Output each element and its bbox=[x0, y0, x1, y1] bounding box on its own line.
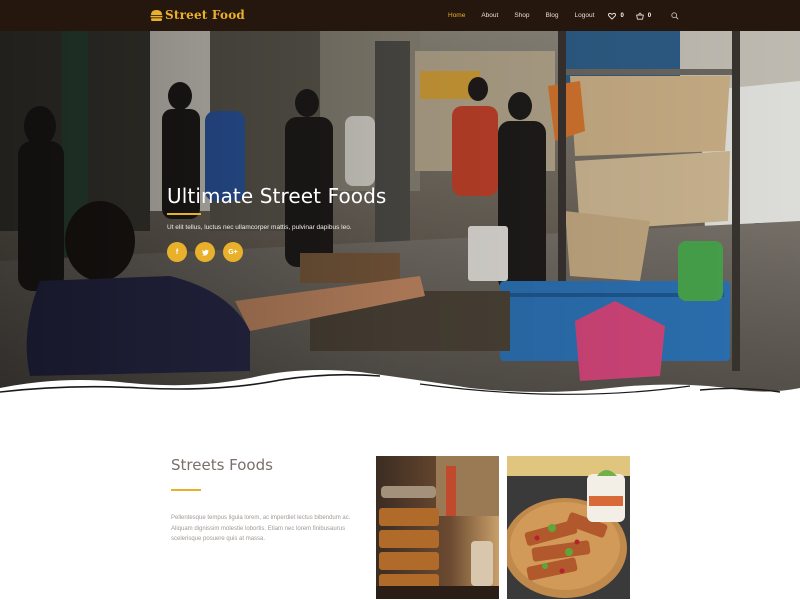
nav-item-home[interactable]: Home bbox=[448, 12, 465, 19]
google-plus-button[interactable]: G+ bbox=[223, 242, 243, 262]
shopping-basket-icon bbox=[635, 12, 644, 20]
nav-item-about[interactable]: About bbox=[481, 12, 498, 19]
section-body: Pellentesque tempus ligula lorem, ac imp… bbox=[171, 515, 351, 542]
section-title-underline bbox=[171, 489, 201, 491]
main-nav: Home About Shop Blog Logout 0 0 bbox=[440, 0, 685, 31]
twitter-icon bbox=[201, 249, 209, 256]
facebook-icon: f bbox=[175, 248, 179, 256]
site-logo[interactable]: Street Food bbox=[150, 8, 245, 22]
wishlist-link[interactable]: 0 bbox=[608, 12, 624, 20]
hero-subtitle: Ut elit tellus, luctus nec ullamcorper m… bbox=[167, 224, 352, 231]
hero-banner: Ultimate Street Foods Ut elit tellus, lu… bbox=[0, 31, 800, 406]
brand-name: Street Food bbox=[165, 8, 245, 22]
site-header: Street Food Home About Shop Blog Logout … bbox=[0, 0, 800, 31]
wishlist-count: 0 bbox=[620, 12, 624, 19]
cart-count: 0 bbox=[647, 12, 652, 19]
search-icon bbox=[671, 11, 679, 20]
wave-divider bbox=[0, 370, 800, 406]
nav-item-blog[interactable]: Blog bbox=[546, 12, 559, 19]
google-plus-icon: G+ bbox=[228, 248, 238, 256]
burger-icon bbox=[150, 9, 163, 21]
facebook-button[interactable]: f bbox=[167, 242, 187, 262]
nav-item-logout[interactable]: Logout bbox=[575, 12, 595, 19]
hero-background-photo bbox=[0, 31, 800, 406]
search-button[interactable] bbox=[671, 11, 679, 20]
nav-item-shop[interactable]: Shop bbox=[514, 12, 529, 19]
hero-title-underline bbox=[167, 213, 201, 215]
steamer-image bbox=[376, 456, 499, 599]
twitter-button[interactable] bbox=[195, 242, 215, 262]
tofu-dish-image bbox=[507, 456, 630, 599]
steamer-photo bbox=[376, 456, 499, 599]
hero-title: Ultimate Street Foods bbox=[167, 184, 387, 208]
heart-icon bbox=[608, 12, 617, 20]
cart-link[interactable]: 0 bbox=[635, 12, 652, 20]
tofu-dish-photo bbox=[507, 456, 630, 599]
section-title: Streets Foods bbox=[171, 456, 273, 474]
